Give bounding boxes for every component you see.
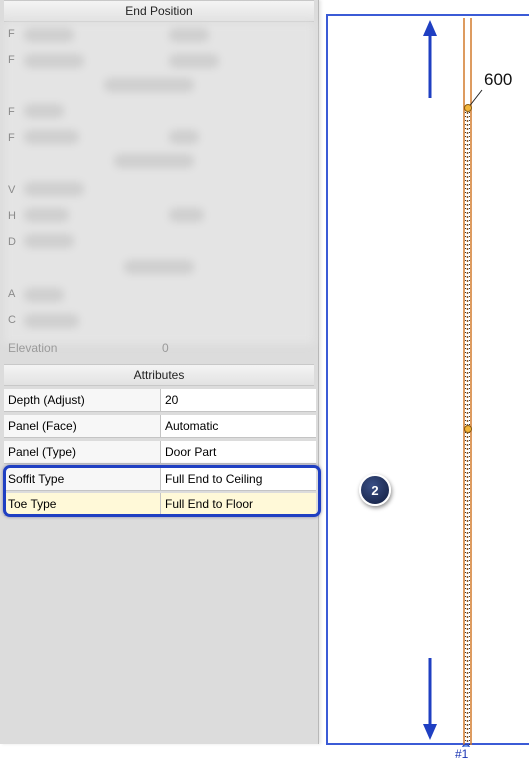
attributes-header: Attributes bbox=[4, 364, 314, 386]
elevation-row[interactable]: Elevation 0 bbox=[4, 340, 316, 360]
drawing-canvas[interactable] bbox=[326, 14, 529, 747]
obscured-properties bbox=[4, 22, 314, 344]
property-value[interactable]: Door Part bbox=[161, 441, 316, 463]
property-row-panel-type[interactable]: Panel (Type) Door Part bbox=[4, 441, 316, 464]
hint-letter: C bbox=[8, 314, 16, 326]
property-name: Panel (Type) bbox=[4, 441, 161, 463]
hint-letter: D bbox=[8, 236, 16, 248]
property-panel: End Position F F F F V H D A C Elevation… bbox=[0, 0, 319, 744]
elevation-value: 0 bbox=[162, 341, 169, 355]
hint-letter: F bbox=[8, 28, 15, 40]
hint-letter: F bbox=[8, 106, 15, 118]
hint-letter: F bbox=[8, 54, 15, 66]
hint-letter: A bbox=[8, 288, 16, 300]
elevation-label: Elevation bbox=[8, 341, 58, 355]
property-row-depth-adjust[interactable]: Depth (Adjust) 20 bbox=[4, 389, 316, 412]
highlight-callout-box bbox=[3, 465, 321, 517]
hint-letter: V bbox=[8, 184, 16, 196]
mid-handle-icon[interactable] bbox=[464, 425, 472, 433]
down-arrow-icon bbox=[423, 658, 437, 740]
property-value[interactable]: 20 bbox=[161, 389, 316, 411]
end-position-header: End Position bbox=[4, 0, 314, 22]
drawing-graphics bbox=[423, 18, 483, 747]
hint-letter: H bbox=[8, 210, 16, 222]
property-name: Depth (Adjust) bbox=[4, 389, 161, 411]
dimension-label: 600 bbox=[484, 70, 513, 89]
marker-label: #1 bbox=[455, 747, 469, 761]
step-badge: 2 bbox=[359, 474, 391, 506]
property-value[interactable]: Automatic bbox=[161, 415, 316, 437]
hint-letter: F bbox=[8, 132, 15, 144]
up-arrow-icon bbox=[423, 20, 437, 98]
property-row-panel-face[interactable]: Panel (Face) Automatic bbox=[4, 415, 316, 438]
end-panel-part bbox=[463, 18, 472, 745]
top-handle-icon[interactable] bbox=[464, 104, 472, 112]
property-name: Panel (Face) bbox=[4, 415, 161, 437]
